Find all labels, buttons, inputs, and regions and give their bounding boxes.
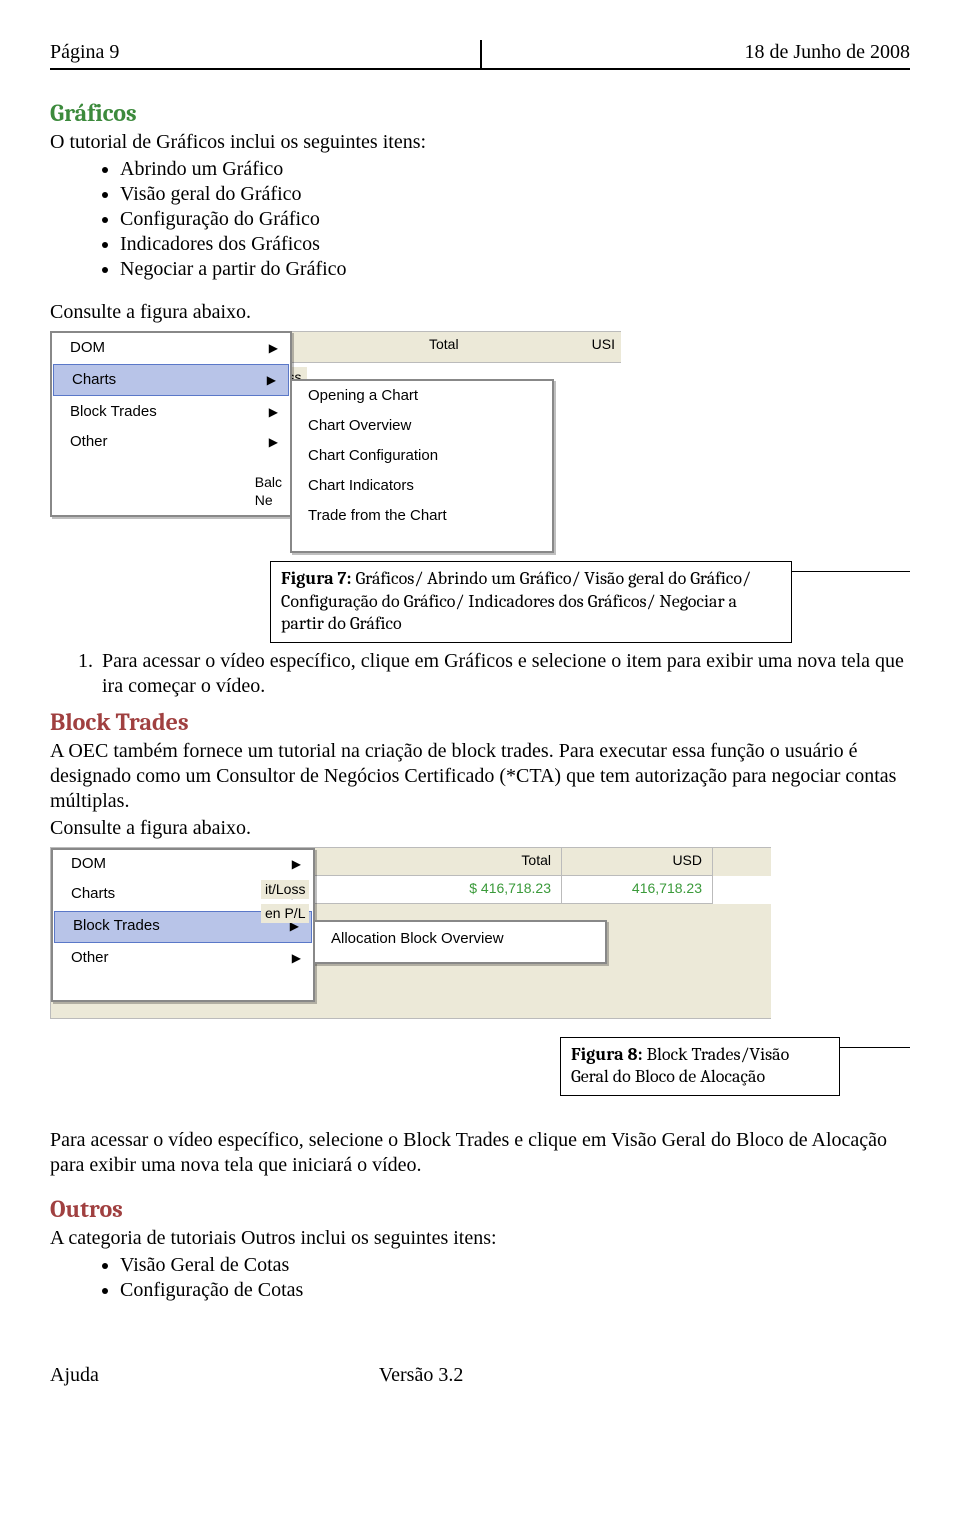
- page-date: 18 de Junho de 2008: [744, 40, 910, 65]
- menu-label: DOM: [71, 855, 106, 874]
- figure-7-caption-row: Figura 7: Gráficos/ Abrindo um Gráfico/ …: [270, 561, 910, 643]
- footer-left: Ajuda: [50, 1363, 99, 1388]
- fig2-enpl-label: en P/L: [261, 904, 309, 924]
- list-item: Configuração de Cotas: [120, 1278, 910, 1303]
- graficos-bullet-list: Abrindo um Gráfico Visão geral do Gráfic…: [50, 157, 910, 282]
- block-trades-body: A OEC também fornece um tutorial na cria…: [50, 739, 910, 814]
- list-item: Configuração do Gráfico: [120, 207, 910, 232]
- after-fig8-text: Para acessar o vídeo específico, selecio…: [50, 1128, 910, 1178]
- submenu-arrow-icon: ▶: [292, 951, 301, 966]
- intro-text: O tutorial de Gráficos inclui os seguint…: [50, 130, 910, 155]
- submenu-item[interactable]: Trade from the Chart: [292, 501, 552, 531]
- page-footer: Ajuda Versão 3.2: [50, 1363, 910, 1388]
- list-item: Negociar a partir do Gráfico: [120, 257, 910, 282]
- footer-right: Versão 3.2: [379, 1363, 463, 1388]
- cell-value: 416,718.23: [562, 876, 713, 904]
- col-total: Total: [429, 336, 459, 354]
- caption-connector-line: [840, 1047, 910, 1048]
- menu-item-charts[interactable]: Charts ▶: [53, 364, 289, 396]
- submenu-arrow-icon: ▶: [292, 857, 301, 872]
- menu-label: Charts: [72, 371, 116, 390]
- menu-item-dom[interactable]: DOM ▶: [53, 850, 313, 880]
- menu-label: Other: [71, 949, 109, 968]
- menu-label: Charts: [71, 885, 115, 904]
- menu-label: DOM: [70, 339, 105, 358]
- col-usd: USI: [592, 336, 615, 354]
- label-balc: Balc: [255, 474, 282, 492]
- consult-text: Consulte a figura abaixo.: [50, 300, 910, 325]
- fig2-header-cells: Total USD: [311, 848, 771, 876]
- header-divider: [480, 40, 482, 70]
- section-title-graficos: Gráficos: [50, 98, 910, 128]
- list-item: Visão geral do Gráfico: [120, 182, 910, 207]
- menu-item-dom[interactable]: DOM ▶: [52, 333, 290, 363]
- col-total: Total: [311, 848, 562, 876]
- submenu-item[interactable]: Chart Indicators: [292, 471, 552, 501]
- submenu-arrow-icon: ▶: [269, 341, 278, 356]
- page-header: Página 9 18 de Junho de 2008: [50, 40, 910, 70]
- list-item: Indicadores dos Gráficos: [120, 232, 910, 257]
- caption-connector-line: [792, 571, 910, 572]
- cell-value: $ 416,718.23: [311, 876, 562, 904]
- caption-title: Figura 8:: [571, 1044, 647, 1065]
- fig1-bottom-labels: Balc Ne: [255, 474, 282, 509]
- fig2-left-menu: DOM ▶ Charts ▶ Block Trades ▶ Other ▶: [51, 848, 315, 1002]
- submenu-item[interactable]: Allocation Block Overview: [315, 922, 605, 958]
- submenu-arrow-icon: ▶: [269, 435, 278, 450]
- outros-intro: A categoria de tutoriais Outros inclui o…: [50, 1226, 910, 1251]
- figure-8-screenshot: Total USD $ 416,718.23 416,718.23 DOM ▶ …: [50, 847, 771, 1019]
- submenu-item[interactable]: Opening a Chart: [292, 381, 552, 411]
- section-title-outros: Outros: [50, 1194, 910, 1224]
- menu-label: Block Trades: [70, 403, 157, 422]
- page-number: Página 9: [50, 40, 119, 65]
- submenu-arrow-icon: ▶: [267, 373, 276, 388]
- step-list: Para acessar o vídeo específico, clique …: [50, 649, 910, 699]
- menu-item-block-trades[interactable]: Block Trades ▶: [52, 397, 290, 427]
- col-usd: USD: [562, 848, 713, 876]
- section-title-block-trades: Block Trades: [50, 707, 910, 737]
- fig1-left-menu: DOM ▶ Charts ▶ Block Trades ▶ Other ▶ Ba…: [50, 331, 292, 517]
- list-item: Abrindo um Gráfico: [120, 157, 910, 182]
- menu-label: Block Trades: [73, 917, 160, 936]
- fig2-submenu: Allocation Block Overview: [313, 920, 607, 964]
- menu-label: Other: [70, 433, 108, 452]
- fig2-data-row: $ 416,718.23 416,718.23: [311, 876, 771, 904]
- menu-item-other[interactable]: Other ▶: [53, 944, 313, 974]
- outros-bullet-list: Visão Geral de Cotas Configuração de Cot…: [50, 1253, 910, 1303]
- submenu-item[interactable]: Chart Configuration: [292, 441, 552, 471]
- submenu-item[interactable]: Chart Overview: [292, 411, 552, 441]
- menu-item-other[interactable]: Other ▶: [52, 427, 290, 457]
- figure-7-caption: Figura 7: Gráficos/ Abrindo um Gráfico/ …: [270, 561, 792, 643]
- submenu-arrow-icon: ▶: [269, 405, 278, 420]
- figure-8-caption: Figura 8: Block Trades/Visão Geral do Bl…: [560, 1037, 840, 1096]
- list-item: Visão Geral de Cotas: [120, 1253, 910, 1278]
- label-ne: Ne: [255, 492, 282, 510]
- fig1-submenu: Opening a Chart Chart Overview Chart Con…: [290, 379, 554, 553]
- step-item: Para acessar o vídeo específico, clique …: [98, 649, 910, 699]
- consult-text-2: Consulte a figura abaixo.: [50, 816, 910, 841]
- caption-title: Figura 7:: [281, 568, 355, 589]
- figure-8-caption-row: Figura 8: Block Trades/Visão Geral do Bl…: [560, 1037, 910, 1096]
- figure-7-screenshot: Total USI it/Loss DOM ▶ Charts ▶ Block T…: [50, 331, 910, 561]
- fig2-itloss-label: it/Loss: [261, 880, 309, 900]
